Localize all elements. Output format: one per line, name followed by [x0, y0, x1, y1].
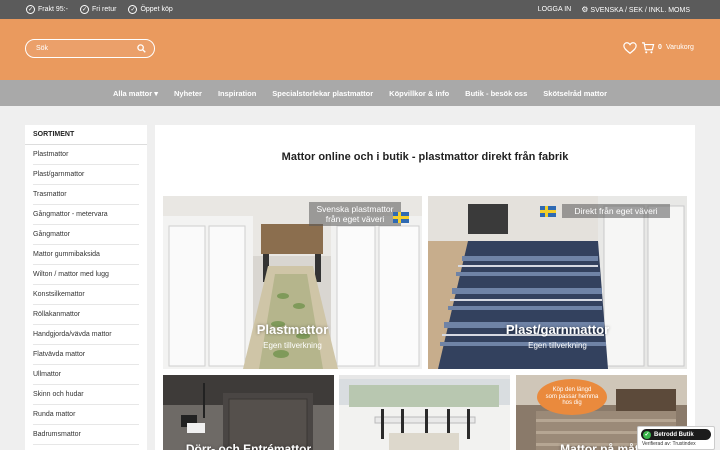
badge-line: Svenska plastmattor	[316, 204, 394, 214]
category-item[interactable]: Ullmattor	[33, 365, 139, 385]
tile-plastic-rugs[interactable]: Svenska plastmattor från eget väveri Pla…	[163, 196, 422, 369]
category-item[interactable]: Flatvävda mattor	[33, 345, 139, 365]
category-item[interactable]: Plastmattor	[33, 145, 139, 165]
tile-dining-inspiration[interactable]	[339, 375, 510, 450]
account-links: LOGGA IN ⚙ SVENSKA / SEK / INKL. MOMS	[538, 0, 690, 19]
promo-badge: Köp den längd som passar hemma hos dig	[537, 379, 607, 415]
search-input[interactable]: Sök	[25, 39, 155, 58]
nav-inspiration[interactable]: Inspiration	[218, 89, 256, 98]
nav-label: Alla mattor	[112, 88, 153, 98]
badge-line: Direkt från eget väveri	[574, 206, 658, 216]
page-title: Mattor online och i butik - plastmattor …	[281, 151, 569, 163]
nav-terms[interactable]: Köpvillkor & info	[389, 89, 449, 98]
check-circle-icon: ✓	[26, 5, 35, 14]
check-circle-icon: ✓	[79, 5, 89, 14]
tile-badge: Svenska plastmattor från eget väveri	[309, 202, 401, 227]
cart-label[interactable]: Varukorg	[666, 44, 694, 51]
tile-plastic-yarn-rugs[interactable]: Direkt från eget väveri Plast/garnmattor…	[428, 196, 687, 369]
category-item[interactable]: Handgjorda/vävda mattor	[33, 325, 139, 345]
tile-label: Dörr- och Entrémattor	[185, 442, 312, 450]
category-item[interactable]: Konstsilkemattor	[33, 285, 139, 305]
usp-label: Öppet köp	[140, 6, 173, 13]
swedish-flag-icon	[540, 206, 556, 217]
gear-icon: ⚙	[581, 5, 589, 14]
nav-all-rugs[interactable]: Alla mattor ▾	[113, 89, 158, 98]
trust-verified-text: Verifierad av: Trustindex	[642, 441, 696, 447]
usp-list: ✓ Frakt 95:- ✓ Fri retur ✓ Öppet köp	[26, 0, 173, 19]
login-link[interactable]: LOGGA IN	[538, 6, 571, 13]
trustindex-badge[interactable]: ✓ Betrodd Butik Verifierad av: Trustinde…	[637, 426, 715, 450]
usp-returns: ✓ Fri retur	[79, 5, 117, 14]
nav-care[interactable]: Skötselråd mattor	[543, 89, 607, 98]
main-nav: Alla mattor ▾ Nyheter Inspiration Specia…	[0, 80, 720, 106]
category-item[interactable]: Gångmattor - metervara	[33, 205, 139, 225]
check-circle-icon: ✓	[128, 5, 138, 14]
usp-shipping: ✓ Frakt 95:-	[26, 5, 68, 14]
category-item[interactable]: Plast/garnmattor	[33, 165, 139, 185]
category-item[interactable]: Wilton / mattor med lugg	[33, 265, 139, 285]
tile-subtitle: Egen tillverkning	[263, 341, 322, 350]
locale-label: SVENSKA / SEK / INKL. MOMS	[590, 7, 690, 14]
category-item[interactable]: Skinn och hudar	[33, 385, 139, 405]
usp-label: Frakt 95:-	[38, 6, 68, 13]
dining-room-photo	[339, 375, 510, 450]
cart-icon[interactable]	[641, 42, 655, 54]
entrance-mat-photo	[163, 375, 334, 450]
search-icon[interactable]	[137, 44, 146, 53]
nav-store[interactable]: Butik - besök oss	[465, 89, 527, 98]
category-item[interactable]: Badrumsmattor	[33, 425, 139, 445]
category-item[interactable]: Röllakanmattor	[33, 305, 139, 325]
category-item[interactable]: Trasmattor	[33, 185, 139, 205]
check-icon: ✓	[643, 430, 651, 439]
promo-line: hos dig	[562, 400, 582, 407]
top-bar: ✓ Frakt 95:- ✓ Fri retur ✓ Öppet köp LOG…	[0, 0, 720, 19]
tile-badge: Direkt från eget väveri	[562, 204, 670, 219]
usp-open-purchase: ✓ Öppet köp	[128, 5, 173, 14]
category-item[interactable]: Mattor gummibaksida	[33, 245, 139, 265]
category-sidebar: SORTIMENT Plastmattor Plast/garnmattor T…	[25, 125, 147, 450]
sidebar-title: SORTIMENT	[25, 125, 147, 145]
swedish-flag-icon	[393, 212, 409, 223]
trust-badge-pill: ✓ Betrodd Butik	[641, 429, 711, 440]
promo-line: Köp den längd	[552, 386, 592, 393]
caret-down-icon: ▾	[152, 88, 158, 98]
tile-label: Plastmattor	[256, 322, 329, 337]
nav-special-sizes[interactable]: Specialstorlekar plastmattor	[272, 89, 373, 98]
site-header: Sök 0 Varukorg	[0, 19, 720, 80]
tile-subtitle: Egen tillverkning	[528, 341, 587, 350]
category-item[interactable]: Runda mattor	[33, 405, 139, 425]
badge-line: från eget väveri	[325, 214, 385, 225]
tile-label: Plast/garnmattor	[505, 322, 610, 337]
tile-door-mats[interactable]: Dörr- och Entrémattor	[163, 375, 334, 450]
category-item[interactable]: Gångmattor	[33, 225, 139, 245]
cart-count[interactable]: 0	[658, 44, 662, 51]
wishlist-heart-icon[interactable]	[623, 41, 637, 55]
usp-label: Fri retur	[91, 6, 117, 13]
category-list: Plastmattor Plast/garnmattor Trasmattor …	[25, 145, 147, 445]
nav-news[interactable]: Nyheter	[174, 89, 202, 98]
promo-line: som passar hemma	[545, 393, 599, 400]
locale-selector[interactable]: ⚙ SVENSKA / SEK / INKL. MOMS	[581, 5, 690, 14]
trust-badge-label: Betrodd Butik	[654, 431, 694, 438]
search-placeholder: Sök	[36, 45, 49, 52]
